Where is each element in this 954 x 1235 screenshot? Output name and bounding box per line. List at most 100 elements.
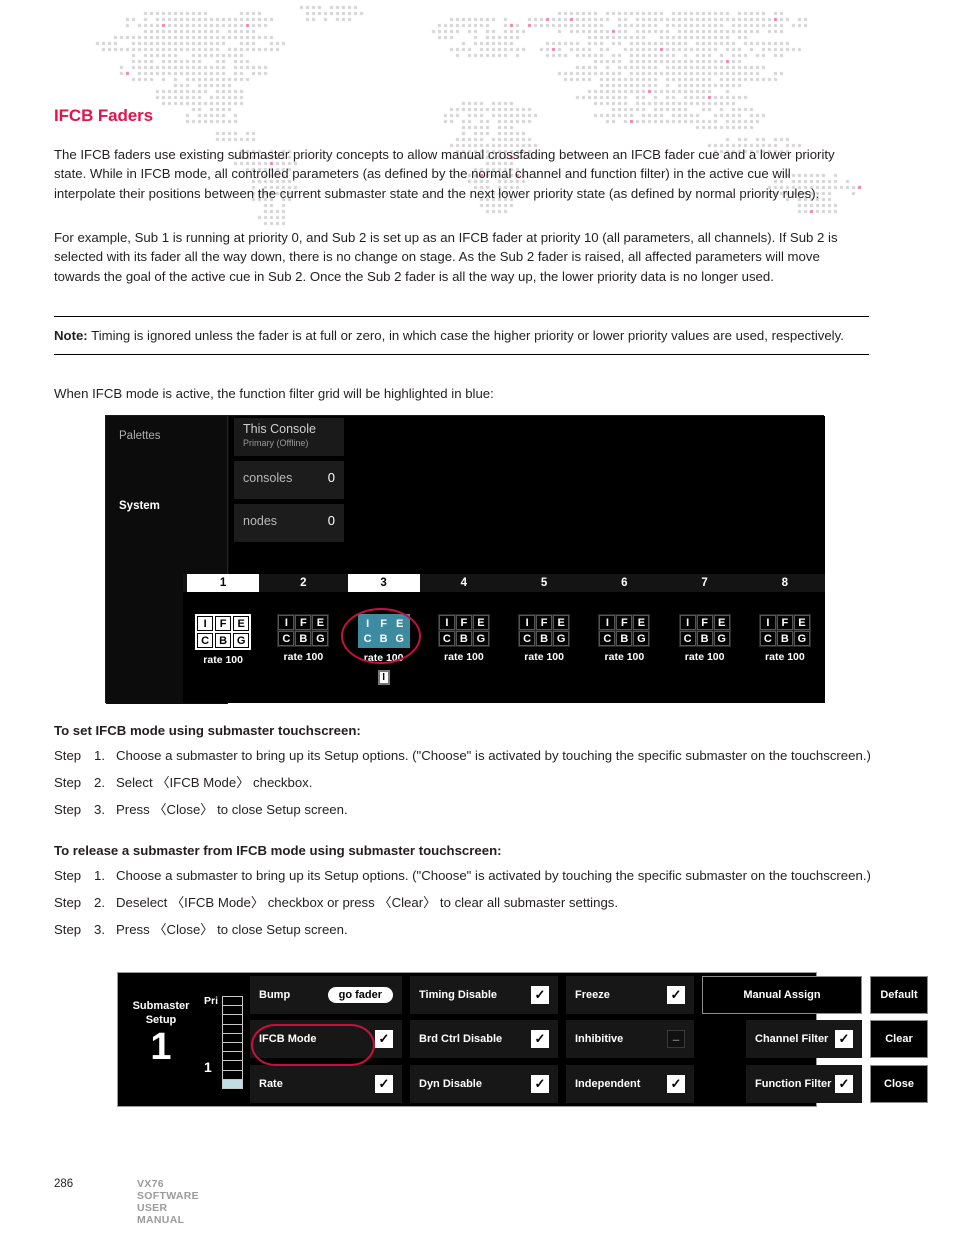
inhibitive-checkbox[interactable]: – bbox=[667, 1030, 685, 1048]
submaster-number-6[interactable]: 6 bbox=[584, 574, 664, 592]
filter-cell-b[interactable]: B bbox=[215, 633, 232, 648]
filter-cell-b[interactable]: B bbox=[696, 631, 713, 646]
filter-cell-g[interactable]: G bbox=[713, 631, 730, 646]
timing-disable-checkbox[interactable]: ✓ bbox=[531, 986, 549, 1004]
function-filter-grid[interactable]: IFE CBG bbox=[518, 614, 571, 647]
this-console-tile[interactable]: This Console Primary (Offline) bbox=[234, 418, 344, 456]
function-filter-button[interactable]: Function Filter ✓ bbox=[746, 1065, 862, 1103]
submaster-number-5[interactable]: 5 bbox=[504, 574, 584, 592]
filter-cell-c[interactable]: C bbox=[519, 631, 536, 646]
submaster-number-8[interactable]: 8 bbox=[745, 574, 825, 592]
filter-cell-f[interactable]: F bbox=[536, 615, 553, 630]
dyn-disable-button[interactable]: Dyn Disable ✓ bbox=[410, 1065, 558, 1103]
filter-cell-g[interactable]: G bbox=[233, 633, 250, 648]
filter-cell-e[interactable]: E bbox=[391, 616, 408, 631]
bump-button[interactable]: Bump go fader bbox=[250, 976, 402, 1014]
submaster-number-4[interactable]: 4 bbox=[424, 574, 504, 592]
filter-cell-e[interactable]: E bbox=[633, 615, 650, 630]
function-filter-grid[interactable]: IFE CBG bbox=[678, 614, 731, 647]
filter-cell-f[interactable]: F bbox=[696, 615, 713, 630]
close-button[interactable]: Close bbox=[870, 1065, 928, 1103]
submaster-fader-6[interactable]: I F E C B Grate 100 bbox=[584, 592, 664, 703]
independent-button[interactable]: Independent ✓ bbox=[566, 1065, 694, 1103]
filter-cell-f[interactable]: F bbox=[616, 615, 633, 630]
function-filter-checkbox[interactable]: ✓ bbox=[835, 1075, 853, 1093]
sidebar-item-system[interactable]: System bbox=[119, 500, 160, 512]
filter-cell-c[interactable]: C bbox=[438, 631, 455, 646]
nodes-count-tile[interactable]: nodes 0 bbox=[234, 504, 344, 542]
submaster-number-2[interactable]: 2 bbox=[263, 574, 343, 592]
function-filter-grid[interactable]: IFE CBG bbox=[598, 614, 651, 647]
filter-cell-e[interactable]: E bbox=[713, 615, 730, 630]
filter-cell-f[interactable]: F bbox=[455, 615, 472, 630]
filter-cell-i[interactable]: I bbox=[519, 615, 536, 630]
filter-cell-g[interactable]: G bbox=[793, 631, 810, 646]
filter-cell-i[interactable]: I bbox=[438, 615, 455, 630]
function-filter-grid[interactable]: IFECBG bbox=[195, 614, 252, 650]
independent-checkbox[interactable]: ✓ bbox=[667, 1075, 685, 1093]
filter-cell-b[interactable]: B bbox=[375, 631, 392, 646]
filter-cell-c[interactable]: C bbox=[359, 631, 376, 646]
filter-cell-e[interactable]: E bbox=[793, 615, 810, 630]
sidebar-item-palettes[interactable]: Palettes bbox=[119, 430, 161, 442]
submaster-fader-7[interactable]: I F E C B Grate 100 bbox=[665, 592, 745, 703]
filter-cell-c[interactable]: C bbox=[679, 631, 696, 646]
submaster-fader-1[interactable]: I F E C B Grate 100 bbox=[183, 592, 263, 703]
filter-cell-b[interactable]: B bbox=[616, 631, 633, 646]
filter-cell-g[interactable]: G bbox=[391, 631, 408, 646]
clear-button[interactable]: Clear bbox=[870, 1020, 928, 1058]
default-button[interactable]: Default bbox=[870, 976, 928, 1014]
filter-cell-c[interactable]: C bbox=[599, 631, 616, 646]
filter-cell-b[interactable]: B bbox=[776, 631, 793, 646]
function-filter-grid[interactable]: IFE CBG bbox=[437, 614, 490, 647]
freeze-checkbox[interactable]: ✓ bbox=[667, 986, 685, 1004]
filter-cell-c[interactable]: C bbox=[759, 631, 776, 646]
channel-filter-checkbox[interactable]: ✓ bbox=[835, 1030, 853, 1048]
filter-cell-i[interactable]: I bbox=[278, 615, 295, 630]
filter-cell-i[interactable]: I bbox=[599, 615, 616, 630]
filter-cell-i[interactable]: I bbox=[197, 616, 214, 631]
bump-value-pill[interactable]: go fader bbox=[327, 987, 393, 1003]
filter-cell-g[interactable]: G bbox=[633, 631, 650, 646]
filter-cell-e[interactable]: E bbox=[233, 616, 250, 631]
submaster-number-7[interactable]: 7 bbox=[665, 574, 745, 592]
submaster-number-1[interactable]: 1 bbox=[183, 574, 263, 592]
consoles-count-tile[interactable]: consoles 0 bbox=[234, 461, 344, 499]
submaster-fader-8[interactable]: I F E C B Grate 100 bbox=[745, 592, 825, 703]
submaster-number-3[interactable]: 3 bbox=[344, 574, 424, 592]
ifcb-mode-checkbox[interactable]: ✓ bbox=[375, 1030, 393, 1048]
timing-disable-button[interactable]: Timing Disable ✓ bbox=[410, 976, 558, 1014]
function-filter-grid[interactable]: IFE CBG bbox=[758, 614, 811, 647]
filter-cell-c[interactable]: C bbox=[278, 631, 295, 646]
filter-cell-c[interactable]: C bbox=[197, 633, 214, 648]
filter-cell-b[interactable]: B bbox=[455, 631, 472, 646]
submaster-fader-2[interactable]: I F E C B Grate 100 bbox=[263, 592, 343, 703]
brd-ctrl-disable-button[interactable]: Brd Ctrl Disable ✓ bbox=[410, 1020, 558, 1058]
filter-cell-g[interactable]: G bbox=[553, 631, 570, 646]
rate-button[interactable]: Rate ✓ bbox=[250, 1065, 402, 1103]
dyn-disable-checkbox[interactable]: ✓ bbox=[531, 1075, 549, 1093]
filter-cell-i[interactable]: I bbox=[359, 616, 376, 631]
filter-cell-e[interactable]: E bbox=[472, 615, 489, 630]
filter-cell-f[interactable]: F bbox=[295, 615, 312, 630]
filter-cell-g[interactable]: G bbox=[472, 631, 489, 646]
filter-cell-f[interactable]: F bbox=[375, 616, 392, 631]
inhibitive-button[interactable]: Inhibitive – bbox=[566, 1020, 694, 1058]
filter-cell-b[interactable]: B bbox=[295, 631, 312, 646]
submaster-fader-5[interactable]: I F E C B Grate 100 bbox=[504, 592, 584, 703]
manual-assign-button[interactable]: Manual Assign bbox=[702, 976, 862, 1014]
filter-cell-b[interactable]: B bbox=[536, 631, 553, 646]
freeze-button[interactable]: Freeze ✓ bbox=[566, 976, 694, 1014]
channel-filter-button[interactable]: Channel Filter ✓ bbox=[746, 1020, 862, 1058]
rate-checkbox[interactable]: ✓ bbox=[375, 1075, 393, 1093]
function-filter-grid[interactable]: IFECBG bbox=[357, 614, 410, 648]
filter-cell-e[interactable]: E bbox=[553, 615, 570, 630]
filter-cell-e[interactable]: E bbox=[312, 615, 329, 630]
filter-cell-i[interactable]: I bbox=[759, 615, 776, 630]
filter-cell-i[interactable]: I bbox=[679, 615, 696, 630]
filter-cell-f[interactable]: F bbox=[776, 615, 793, 630]
priority-fader-slider[interactable] bbox=[222, 996, 243, 1090]
submaster-fader-3[interactable]: I F E C B Grate 100 I bbox=[344, 592, 424, 703]
filter-cell-g[interactable]: G bbox=[312, 631, 329, 646]
ifcb-mode-button[interactable]: IFCB Mode ✓ bbox=[250, 1020, 402, 1058]
